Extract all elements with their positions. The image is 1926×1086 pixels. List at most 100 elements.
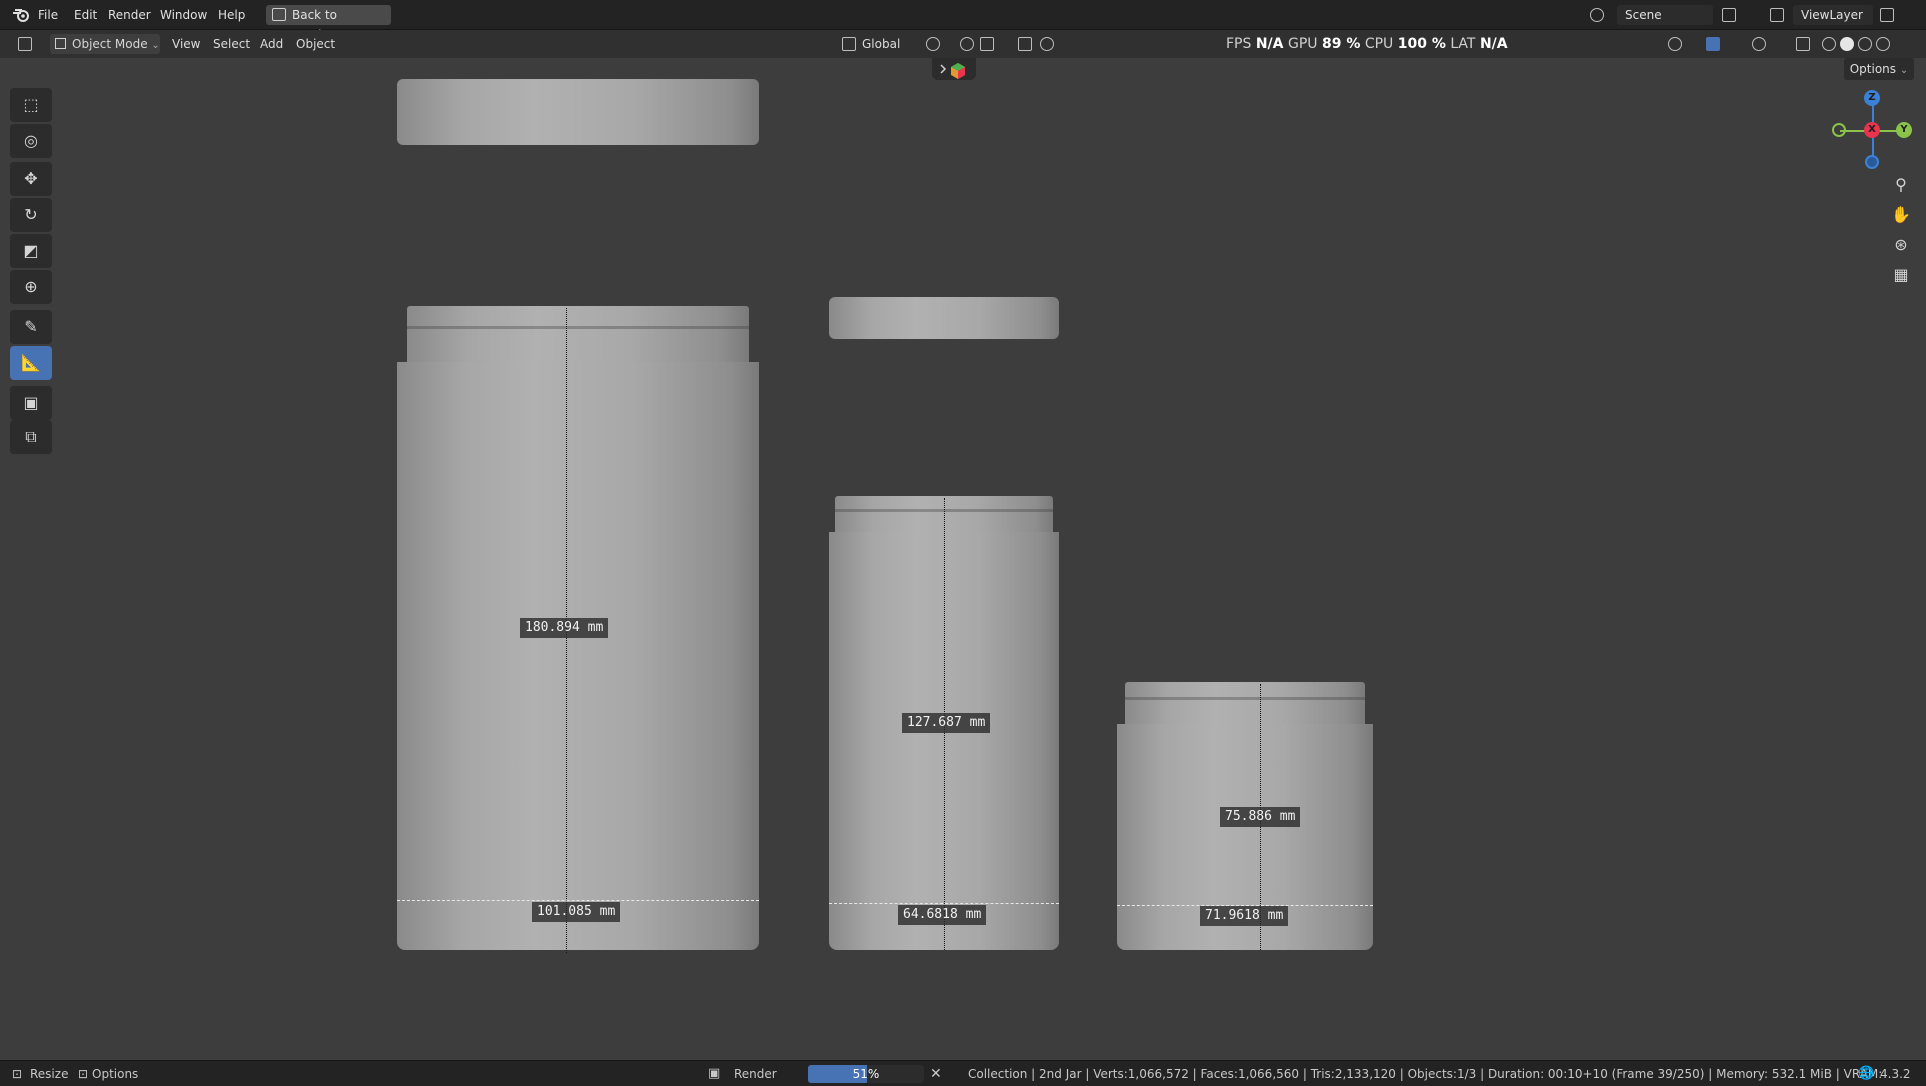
tool-add-cube[interactable]: ▣ — [10, 386, 52, 420]
tool-transform[interactable]: ⊕ — [10, 270, 52, 304]
object-mode-icon — [55, 38, 66, 49]
view-layer-icon[interactable] — [1770, 8, 1784, 22]
tool-extrude[interactable]: ⧉ — [10, 420, 52, 454]
tool-measure[interactable]: 📐 — [10, 346, 52, 380]
new-view-layer-icon[interactable] — [1880, 8, 1894, 22]
jar3-height-measurement: 75.886 mm — [1220, 807, 1301, 827]
transform-icon: ⊕ — [24, 277, 38, 296]
cancel-render-icon[interactable]: ✕ — [930, 1061, 942, 1086]
jar2-height-measurement: 127.687 mm — [902, 713, 991, 733]
move-icon: ✥ — [24, 169, 38, 188]
options-hint: Options — [92, 1067, 139, 1081]
add-cube-icon: ▣ — [23, 393, 39, 412]
jar1-width-measurement: 101.085 mm — [532, 902, 621, 922]
menu-view[interactable]: View — [172, 30, 200, 58]
editor-type-icon[interactable] — [18, 37, 32, 51]
tool-scale[interactable]: ◩ — [10, 234, 52, 268]
transform-orientation-icon — [842, 37, 856, 51]
menu-add[interactable]: Add — [260, 30, 283, 58]
select-box-icon: ⬚ — [23, 95, 39, 114]
tool-move[interactable]: ✥ — [10, 162, 52, 196]
asset-shelf-toggle[interactable] — [932, 58, 976, 80]
tool-cursor[interactable]: ◎ — [10, 124, 52, 158]
render-job-label: Render — [734, 1067, 777, 1081]
jar2-width-measure-line — [829, 903, 1059, 904]
jar3-neck[interactable] — [1125, 682, 1365, 724]
axis-z-icon[interactable]: Z — [1864, 90, 1880, 106]
back-screen-icon — [272, 8, 286, 21]
mouse-right-icon: ⊡ — [78, 1067, 89, 1081]
lat-label: LAT — [1450, 36, 1476, 52]
xray-icon[interactable] — [1796, 37, 1810, 51]
render-progress-text: 51% — [852, 1067, 880, 1081]
blender-logo-icon[interactable] — [12, 7, 30, 23]
overlays-icon[interactable] — [1752, 37, 1766, 51]
menu-render[interactable]: Render — [108, 0, 151, 30]
mouse-left-icon: ⊡ — [12, 1067, 23, 1081]
zoom-icon[interactable]: ⚲ — [1888, 172, 1914, 198]
pan-hand-icon[interactable]: ✋ — [1888, 202, 1914, 228]
visibility-icon[interactable] — [1668, 37, 1682, 51]
extrude-icon: ⧉ — [25, 427, 37, 446]
shading-material-icon[interactable] — [1858, 37, 1872, 51]
tool-annotate[interactable]: ✎ — [10, 310, 52, 344]
measure-icon: 📐 — [21, 353, 41, 372]
chevron-right-icon — [940, 63, 965, 79]
object-mode-dropdown[interactable]: Object Mode ⌄ — [50, 34, 160, 54]
scene-type-icon[interactable] — [1590, 8, 1604, 22]
snap-icon[interactable] — [960, 37, 974, 51]
shading-rendered-icon[interactable] — [1876, 37, 1890, 51]
jar1-body[interactable] — [397, 362, 759, 950]
lat-value: N/A — [1479, 36, 1508, 52]
menu-object[interactable]: Object — [296, 30, 335, 58]
pivot-point-icon[interactable] — [926, 37, 940, 51]
transform-orientation-dropdown[interactable]: Global — [862, 30, 900, 58]
jar1-lid[interactable] — [397, 79, 759, 145]
perspective-grid-icon[interactable]: ▦ — [1888, 262, 1914, 288]
menu-select[interactable]: Select — [213, 30, 250, 58]
performance-stats: FPS N/A GPU 89 % CPU 100 % LAT N/A — [1226, 30, 1508, 58]
gizmo-toggle-icon[interactable] — [1706, 37, 1720, 51]
viewport-header: Object Mode ⌄ View Select Add Object Glo… — [0, 30, 1926, 58]
jar2-width-measurement: 64.6818 mm — [898, 905, 987, 925]
3d-viewport[interactable]: Options ⌄ ⬚ ◎ ✥ ↻ ◩ ⊕ ✎ 📐 ▣ ⧉ 180.894 mm… — [0, 58, 1926, 1060]
menu-file[interactable]: File — [38, 0, 58, 30]
scene-statistics: Collection | 2nd Jar | Verts:1,066,572 |… — [968, 1067, 1883, 1081]
axis-x-icon[interactable]: X — [1864, 122, 1880, 138]
jar1-height-measurement: 180.894 mm — [520, 618, 609, 638]
shading-solid-icon[interactable] — [1840, 37, 1854, 51]
scale-icon: ◩ — [23, 241, 39, 260]
gpu-value: 89 % — [1321, 36, 1361, 52]
shading-wireframe-icon[interactable] — [1822, 37, 1836, 51]
axis-neg-y-icon[interactable] — [1832, 123, 1846, 137]
menu-edit[interactable]: Edit — [74, 0, 97, 30]
cursor-icon: ◎ — [24, 131, 38, 150]
axis-neg-z-icon[interactable] — [1865, 155, 1879, 169]
network-icon: 🌐 — [1858, 1066, 1875, 1081]
jar2-lid[interactable] — [829, 297, 1059, 339]
cpu-label: CPU — [1364, 36, 1394, 52]
back-to-previous-button[interactable]: Back to Previous — [266, 5, 391, 42]
proportional-editing-icon[interactable] — [1018, 37, 1032, 51]
menu-window[interactable]: Window — [160, 0, 207, 30]
view-layer-selector[interactable]: ViewLayer — [1793, 5, 1873, 25]
new-scene-icon[interactable] — [1722, 8, 1736, 22]
fps-value: N/A — [1255, 36, 1284, 52]
viewport-options-button[interactable]: Options ⌄ — [1844, 58, 1914, 80]
falloff-icon[interactable] — [1040, 37, 1054, 51]
fps-label: FPS — [1226, 36, 1252, 52]
status-bar: ⊡ Resize ⊡ Options ▣ Render 51% ✕ Collec… — [0, 1060, 1926, 1086]
render-job-icon: ▣ — [708, 1066, 721, 1081]
menu-help[interactable]: Help — [218, 0, 245, 30]
scene-selector[interactable]: Scene — [1617, 5, 1713, 25]
snap-target-icon[interactable] — [980, 37, 994, 51]
axis-y-icon[interactable]: Y — [1896, 122, 1912, 138]
jar1-neck[interactable] — [407, 306, 749, 362]
camera-view-icon[interactable]: ⊛ — [1888, 232, 1914, 258]
jar3-width-measurement: 71.9618 mm — [1200, 906, 1289, 926]
tool-select-box[interactable]: ⬚ — [10, 88, 52, 122]
gpu-label: GPU — [1287, 36, 1318, 52]
tool-rotate[interactable]: ↻ — [10, 198, 52, 232]
render-progress-bar: 51% — [808, 1065, 924, 1083]
scene-name: Scene — [1625, 8, 1662, 22]
